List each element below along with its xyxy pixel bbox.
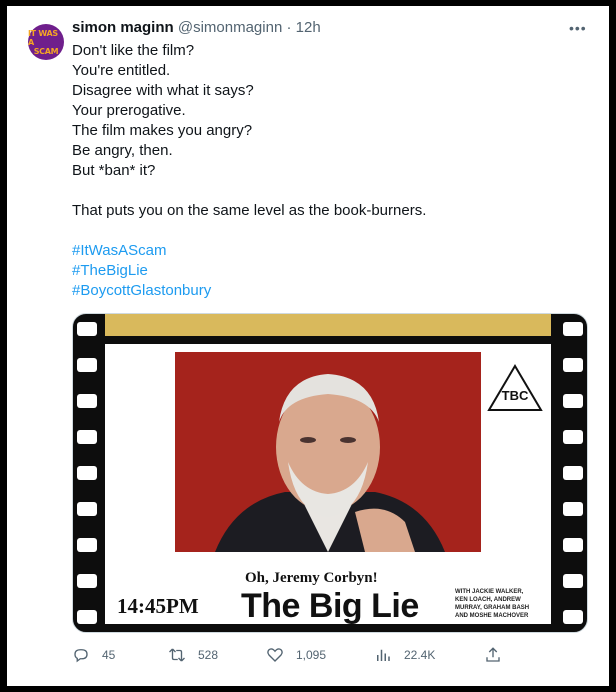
avatar[interactable]: IT WAS A SCAM	[28, 24, 64, 60]
tweet-line: Your prerogative.	[72, 102, 186, 119]
tweet-line: But *ban* it?	[72, 162, 156, 179]
tweet-line: Don't like the film?	[72, 42, 195, 59]
tweet-line	[72, 221, 592, 241]
avatar-text-bottom: SCAM	[33, 46, 59, 56]
poster-subtitle: Oh, Jeremy Corbyn!	[245, 570, 378, 586]
retweet-icon	[169, 648, 185, 662]
tweet-header: simon maginn @simonmaginn · 12h	[72, 19, 321, 36]
poster-time: 14:45PM	[117, 594, 199, 618]
reply-count: 45	[102, 648, 116, 662]
action-bar: 45 528 1,095 22.4K	[72, 646, 592, 670]
credit-line: AND MOSHE MACHOVER	[455, 613, 529, 619]
rating-badge: TBC	[487, 364, 543, 414]
tweet-line: The film makes you angry?	[72, 122, 253, 139]
credit-line: MURRAY, GRAHAM BASH	[455, 605, 530, 611]
portrait-illustration	[175, 352, 481, 552]
retweet-button[interactable]: 528	[168, 646, 218, 664]
share-button[interactable]	[484, 646, 514, 664]
more-icon[interactable]: •••	[569, 20, 587, 36]
display-name[interactable]: simon maginn	[72, 19, 174, 36]
views-button[interactable]: 22.4K	[374, 646, 435, 664]
poster-credits: WITH JACKIE WALKER, KEN LOACH, ANDREW MU…	[455, 588, 545, 620]
hashtag-link[interactable]: #ItWasAScam	[72, 241, 592, 261]
reply-icon	[74, 649, 88, 663]
reply-button[interactable]: 45	[72, 646, 115, 664]
tweet-line	[72, 181, 592, 201]
views-count: 22.4K	[404, 648, 436, 662]
tweet-text: Don't like the film? You're entitled. Di…	[72, 41, 592, 301]
credit-line: KEN LOACH, ANDREW	[455, 597, 521, 603]
share-icon	[486, 647, 500, 662]
tweet-line: Be angry, then.	[72, 142, 173, 159]
poster-frame: TBC Oh, Jeremy Corbyn! 14:45PM The Big L…	[105, 344, 551, 625]
like-icon	[267, 648, 283, 662]
credit-line: WITH JACKIE WALKER,	[455, 589, 524, 595]
tweet-image[interactable]: TBC Oh, Jeremy Corbyn! 14:45PM The Big L…	[72, 313, 588, 633]
film-holes-left	[77, 322, 97, 632]
views-icon	[377, 649, 390, 661]
retweet-count: 528	[198, 648, 219, 662]
hashtag-link[interactable]: #BoycottGlastonbury	[72, 281, 592, 301]
film-strip-band	[105, 314, 551, 336]
timestamp[interactable]: 12h	[296, 19, 321, 36]
film-holes-right	[563, 322, 583, 632]
poster-title: The Big Lie	[241, 587, 419, 625]
like-button[interactable]: 1,095	[266, 646, 326, 664]
like-count: 1,095	[296, 648, 327, 662]
tweet-card[interactable]: IT WAS A SCAM simon maginn @simonmaginn …	[7, 6, 609, 686]
hashtag-link[interactable]: #TheBigLie	[72, 261, 592, 281]
tweet-line: You're entitled.	[72, 62, 171, 79]
separator: ·	[286, 19, 292, 36]
tweet-line: That puts you on the same level as the b…	[72, 202, 427, 219]
avatar-text-top: IT WAS A	[28, 28, 58, 47]
handle[interactable]: @simonmaginn	[178, 19, 282, 36]
rating-text: TBC	[501, 388, 529, 403]
tweet-line: Disagree with what it says?	[72, 82, 254, 99]
poster-photo	[175, 352, 481, 552]
